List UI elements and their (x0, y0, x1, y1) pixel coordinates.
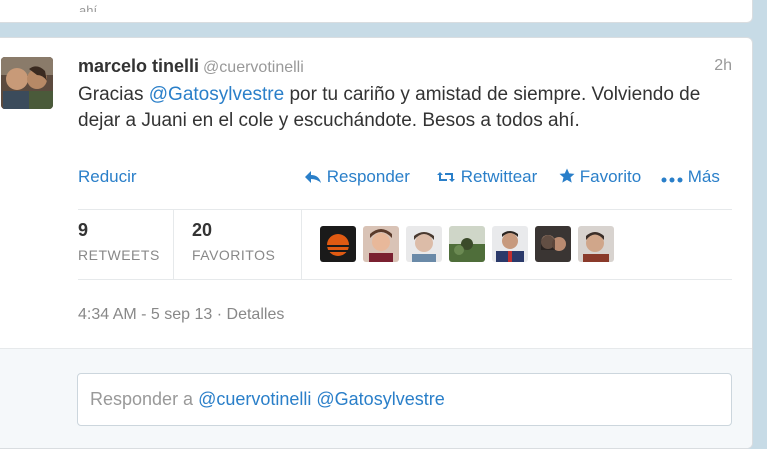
stats-separator (301, 210, 302, 279)
favoriter-avatar[interactable] (578, 226, 614, 262)
retweet-icon (437, 172, 455, 182)
tweet-timestamp: 4:34 AM - 5 sep 13 (78, 306, 213, 323)
reply-label: Responder (326, 167, 410, 186)
more-label: Más (687, 167, 720, 186)
stats-separator (173, 210, 174, 279)
reply-area: Responder a @cuervotinelli @Gatosylvestr… (0, 348, 752, 448)
tweet-time[interactable]: 2h (714, 57, 732, 75)
reply-button[interactable]: Responder (304, 167, 410, 187)
reply-input[interactable]: Responder a @cuervotinelli @Gatosylvestr… (77, 373, 732, 426)
favorite-button[interactable]: Favorito (559, 167, 641, 187)
retweet-button[interactable]: Retwittear (436, 167, 537, 187)
details-link[interactable]: Detalles (227, 306, 285, 323)
tweet-card[interactable]: marcelo tinelli @cuervotinelli 2h Gracias… (0, 37, 753, 449)
retweet-label: Retwittear (460, 167, 538, 186)
favoriter-avatar[interactable] (320, 226, 356, 262)
tweet-text: Gracias @Gatosylvestre por tu cariño y a… (78, 82, 738, 134)
meta-separator: · (212, 306, 227, 323)
favorites-count: 20 (192, 220, 213, 240)
star-icon (559, 168, 575, 183)
avatar[interactable] (1, 57, 53, 109)
favoriter-avatar[interactable] (449, 226, 485, 262)
tweet-meta: 4:34 AM - 5 sep 13 · Detalles (78, 306, 284, 324)
favoriter-avatar[interactable] (363, 226, 399, 262)
user-handle[interactable]: @cuervotinelli (203, 59, 304, 76)
reply-mentions: @cuervotinelli @Gatosylvestre (198, 389, 445, 409)
favorites-stat[interactable]: 20 FAVORITOS (192, 220, 275, 263)
more-icon (661, 177, 683, 183)
tweet-stats: 9 RETWEETS 20 FAVORITOS (78, 210, 732, 279)
favorite-label: Favorito (579, 167, 642, 186)
collapse-link[interactable]: Reducir (78, 167, 137, 187)
reply-prefix: Responder a (90, 389, 199, 409)
more-button[interactable]: Más (661, 167, 720, 187)
retweets-stat[interactable]: 9 RETWEETS (78, 220, 160, 263)
retweets-label: RETWEETS (78, 247, 160, 263)
user-name[interactable]: marcelo tinelli (78, 56, 199, 76)
reply-icon (305, 171, 321, 183)
previous-tweet-card: ahí (0, 0, 753, 23)
stats-divider-bottom (78, 279, 732, 280)
tweet-header: marcelo tinelli @cuervotinelli 2h (78, 56, 732, 80)
tweet-text-prefix: Gracias (78, 84, 149, 105)
favoriter-avatar[interactable] (406, 226, 442, 262)
mention-link[interactable]: @Gatosylvestre (149, 84, 284, 105)
retweets-count: 9 (78, 220, 89, 240)
tweet-actions: Reducir Responder Retwittear Favorito Má… (78, 167, 732, 191)
previous-tweet-stub: ahí (79, 3, 98, 12)
favoriter-avatar[interactable] (535, 226, 571, 262)
favoriter-avatar[interactable] (492, 226, 528, 262)
favorites-label: FAVORITOS (192, 247, 276, 263)
